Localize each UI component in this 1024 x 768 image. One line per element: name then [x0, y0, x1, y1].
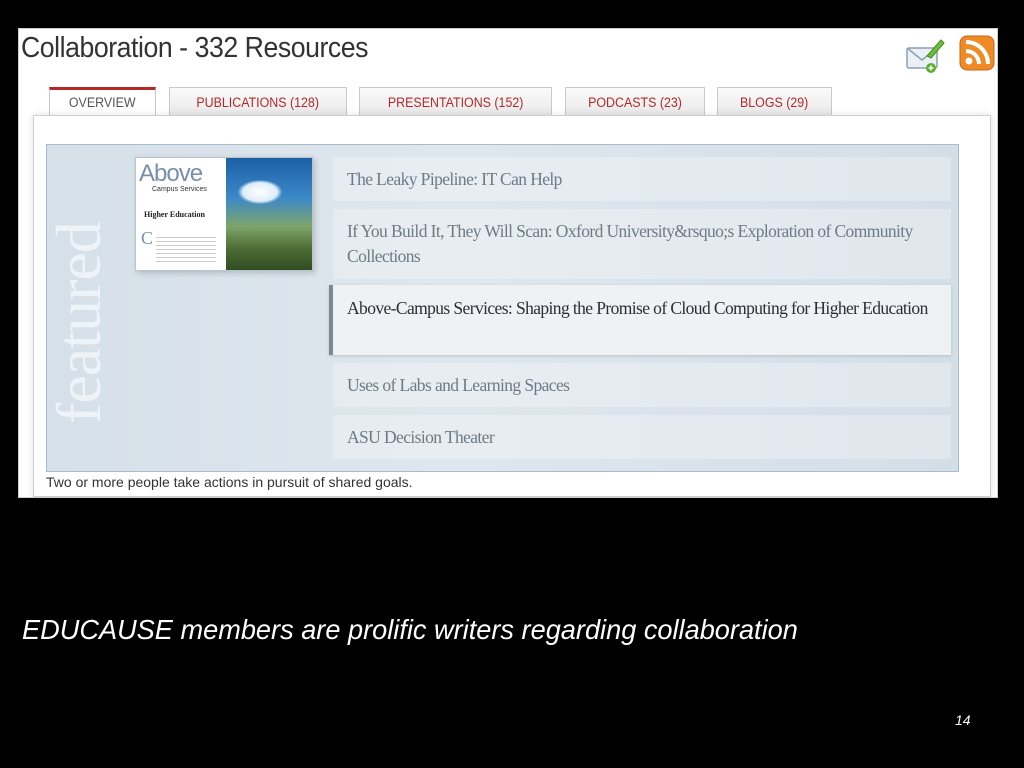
featured-item-selected[interactable]: Above-Campus Services: Shaping the Promi… [329, 285, 951, 355]
topic-description: Two or more people take actions in pursu… [46, 474, 413, 490]
email-icon[interactable] [905, 38, 945, 74]
featured-label: featured [46, 222, 114, 424]
featured-thumbnail[interactable]: Above Campus Services Higher Education C [135, 157, 313, 271]
cloud-image [238, 180, 282, 204]
page-title: Collaboration - 332 Resources [21, 32, 369, 64]
featured-item[interactable]: If You Build It, They Will Scan: Oxford … [333, 209, 951, 279]
slide-page-number: 14 [955, 712, 971, 728]
thumbnail-image [226, 158, 312, 270]
overview-panel: featured Above Campus Services Higher Ed… [33, 115, 991, 497]
thumbnail-cover: Above Campus Services Higher Education C [136, 158, 226, 270]
rss-icon[interactable] [959, 35, 995, 71]
featured-item[interactable]: The Leaky Pipeline: IT Can Help [333, 157, 951, 201]
screenshot-panel: Collaboration - 332 Resources OVERVIEW P… [18, 28, 998, 498]
tab-blogs[interactable]: BLOGS (29) [717, 87, 832, 116]
tab-publications[interactable]: PUBLICATIONS (128) [169, 87, 347, 116]
tab-overview[interactable]: OVERVIEW [49, 87, 156, 118]
slide-caption: EDUCAUSE members are prolific writers re… [22, 614, 798, 645]
tab-podcasts[interactable]: PODCASTS (23) [565, 87, 705, 116]
featured-item[interactable]: ASU Decision Theater [333, 415, 951, 459]
featured-item[interactable]: Uses of Labs and Learning Spaces [333, 363, 951, 407]
tab-presentations[interactable]: PRESENTATIONS (152) [359, 87, 552, 116]
featured-box: featured Above Campus Services Higher Ed… [46, 144, 959, 472]
